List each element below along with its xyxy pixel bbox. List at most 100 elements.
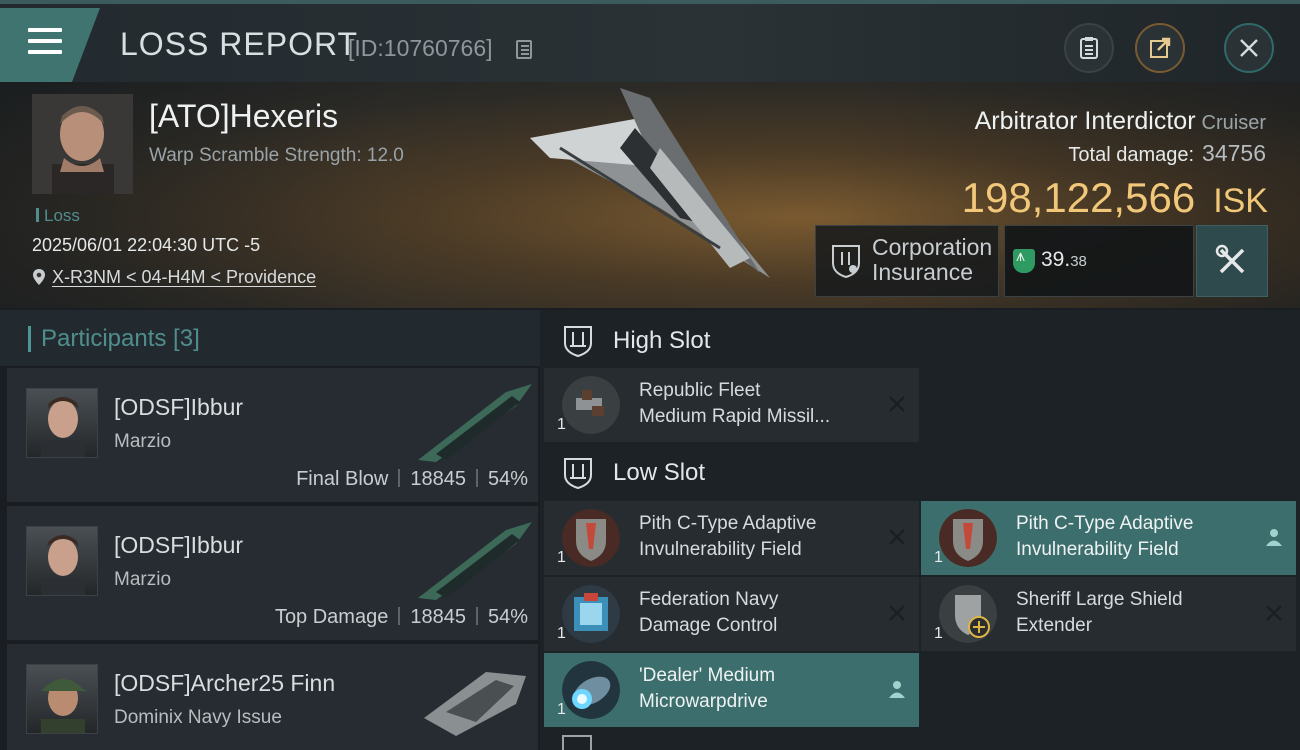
menu-button[interactable] <box>0 8 100 82</box>
missile-launcher-icon <box>562 376 620 434</box>
module-name-2: Microwarpdrive <box>639 691 768 712</box>
module-item[interactable]: 1 Pith C-Type Adaptive Invulnerability F… <box>544 501 919 575</box>
participant-ship-image <box>418 522 532 600</box>
destroyed-icon <box>889 605 905 621</box>
shield-extender-icon <box>939 585 997 643</box>
damage-control-icon <box>562 585 620 643</box>
module-item[interactable]: 1 Federation Navy Damage Control <box>544 577 919 651</box>
module-name: Pith C-Type Adaptive <box>1016 513 1194 534</box>
page-title: LOSS REPORT <box>120 26 359 62</box>
participant-avatar[interactable] <box>26 664 98 734</box>
warp-scramble-strength: Warp Scramble Strength: 12.0 <box>149 145 404 166</box>
dropped-person-icon <box>1266 529 1282 546</box>
clipboard-icon <box>1080 37 1098 59</box>
plex-int: 39. <box>1041 248 1071 271</box>
high-slot-label: High Slot <box>613 327 711 354</box>
total-damage: Total damage: 34756 <box>1068 140 1266 167</box>
dropped-person-icon <box>889 681 905 698</box>
plex-value: 39.38 <box>1004 225 1194 297</box>
high-slot-icon <box>564 326 592 358</box>
ship-class: Cruiser <box>1201 112 1266 134</box>
fitting-slots: High Slot 1 Republic Fleet Medium Rapid … <box>540 310 1300 750</box>
loss-tag: Loss <box>36 206 80 226</box>
participant-name: [ODSF]Ibbur <box>114 532 244 558</box>
share-icon <box>1150 37 1171 58</box>
module-quantity: 1 <box>934 549 943 566</box>
participant-role: Final Blow <box>296 468 389 490</box>
module-item[interactable]: 1 'Dealer' Medium Microwarpdrive <box>544 653 919 727</box>
isk-loss: 198,122,566 ISK <box>962 174 1268 222</box>
participant-ship: Dominix Navy Issue <box>114 707 282 728</box>
participant-row[interactable]: [ODSF]Ibbur Marzio Top Damage 18845 54% <box>7 506 538 640</box>
participant-ship: Marzio <box>114 569 172 590</box>
report-id: [ID:10760766] <box>348 35 493 61</box>
participant-ship-image <box>424 672 526 736</box>
module-quantity: 1 <box>934 625 943 642</box>
insurance-line2: Insurance <box>872 259 974 285</box>
module-quantity: 1 <box>557 416 566 433</box>
participant-avatar[interactable] <box>26 526 98 596</box>
clipboard-button[interactable] <box>1064 23 1114 73</box>
high-slot-header: High Slot <box>540 310 1300 368</box>
close-button[interactable] <box>1224 23 1274 73</box>
mid-slot-icon <box>562 735 592 750</box>
participant-percent: 54% <box>487 606 528 628</box>
location-link[interactable]: X-R3NM < 04-H4M < Providence <box>32 267 316 288</box>
participant-name: [ODSF]Archer25 Finn <box>114 670 336 696</box>
participant-row[interactable]: [ODSF]Archer25 Finn Dominix Navy Issue <box>7 644 538 750</box>
module-name-2: Invulnerability Field <box>639 539 802 560</box>
damage-value: 34756 <box>1202 140 1266 166</box>
victim-avatar[interactable] <box>32 94 133 194</box>
module-name: Sheriff Large Shield <box>1016 589 1183 610</box>
module-name: Federation Navy <box>639 589 779 610</box>
victim-ship-image[interactable] <box>520 88 790 288</box>
module-name-2: Damage Control <box>639 615 778 636</box>
participant-role: Top Damage <box>274 606 389 628</box>
participant-ship-image <box>418 384 532 462</box>
destroyed-icon <box>889 396 905 412</box>
microwarpdrive-icon <box>562 661 620 719</box>
participant-stats: Top Damage 18845 54% <box>275 606 528 629</box>
participant-stats: Final Blow 18845 54% <box>296 468 528 491</box>
corporation-insurance[interactable]: Corporation Insurance <box>815 225 999 297</box>
module-item[interactable]: 1 Republic Fleet Medium Rapid Missil... <box>544 368 919 442</box>
destroyed-icon <box>889 529 905 545</box>
victim-ship[interactable]: Arbitrator Interdictor Cruiser <box>975 107 1266 136</box>
copy-icon[interactable] <box>516 40 532 59</box>
module-name: 'Dealer' Medium <box>639 665 776 686</box>
share-button[interactable] <box>1135 23 1185 73</box>
plex-icon <box>1013 248 1035 273</box>
low-slot-icon <box>564 458 592 490</box>
module-name-2: Medium Rapid Missil... <box>639 406 831 427</box>
module-name-2: Extender <box>1016 615 1093 636</box>
plex-dec: 38 <box>1070 253 1087 270</box>
location-pin-icon <box>33 269 45 285</box>
module-quantity: 1 <box>557 549 566 566</box>
shield-hardener-icon <box>562 509 620 567</box>
isk-value: 198,122,566 <box>961 174 1196 221</box>
participant-percent: 54% <box>487 468 528 490</box>
participant-row[interactable]: [ODSF]Ibbur Marzio Final Blow 18845 54% <box>7 368 538 502</box>
location-text: X-R3NM < 04-H4M < Providence <box>52 267 317 287</box>
victim-name[interactable]: [ATO]Hexeris <box>149 98 338 135</box>
top-bar: LOSS REPORT [ID:10760766] <box>0 0 1300 82</box>
participant-damage: 18845 <box>410 468 466 490</box>
isk-unit: ISK <box>1213 182 1268 220</box>
module-name: Republic Fleet <box>639 380 761 401</box>
fitting-button[interactable] <box>1196 225 1268 297</box>
close-icon <box>1240 39 1258 57</box>
low-slot-label: Low Slot <box>613 459 706 486</box>
module-name-2: Invulnerability Field <box>1016 539 1179 560</box>
participant-avatar[interactable] <box>26 388 98 458</box>
module-quantity: 1 <box>557 625 566 642</box>
victim-panel: [ATO]Hexeris Warp Scramble Strength: 12.… <box>0 82 1300 308</box>
module-name: Pith C-Type Adaptive <box>639 513 817 534</box>
hamburger-icon <box>28 28 62 32</box>
module-item[interactable]: 1 Sheriff Large Shield Extender <box>921 577 1296 651</box>
damage-label: Total damage: <box>1068 144 1195 166</box>
module-item[interactable]: 1 Pith C-Type Adaptive Invulnerability F… <box>921 501 1296 575</box>
insurance-line1: Corporation <box>872 234 993 260</box>
wrench-screwdriver-icon <box>1215 244 1245 274</box>
participant-name: [ODSF]Ibbur <box>114 394 244 420</box>
participants-header: Participants [3] <box>0 310 540 366</box>
